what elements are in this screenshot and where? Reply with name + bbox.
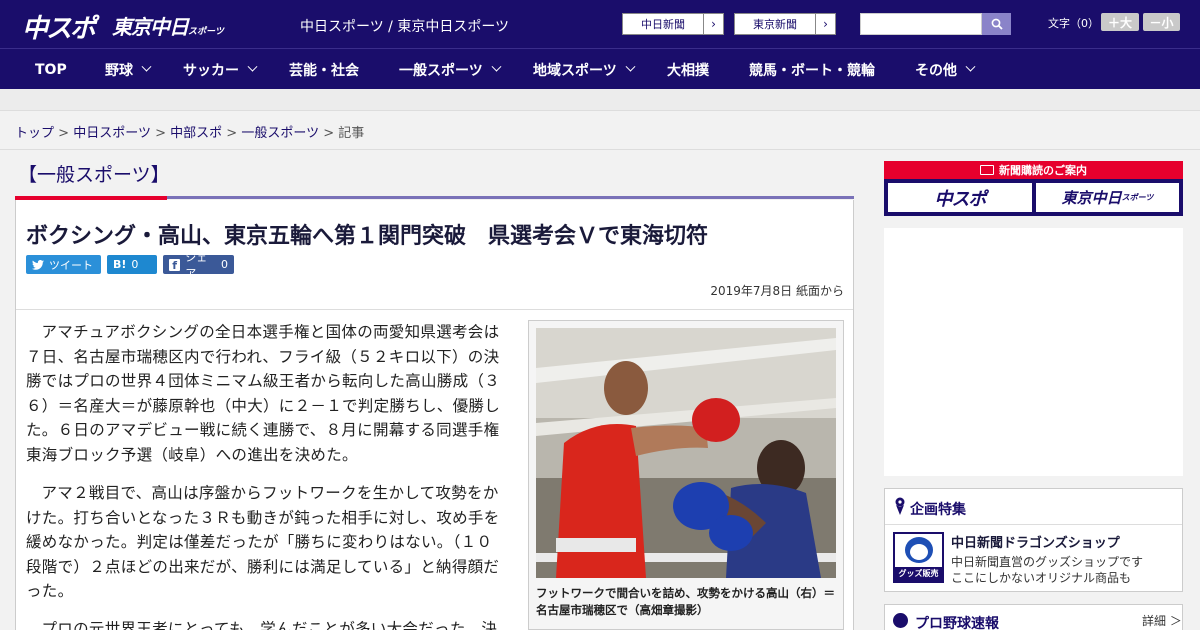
nav-item-label: TOP [35, 61, 67, 78]
nav-item-label: その他 [915, 62, 957, 79]
tokyo-shimbun-button[interactable]: 東京新聞 › [734, 13, 836, 35]
ribbon-badge-icon [895, 497, 905, 515]
nav-item-label: 野球 [105, 62, 133, 79]
article-paragraph: アマ２戦目で、高山は序盤からフットワークを生かして攻勢をかけた。打ち合いとなった… [26, 484, 500, 600]
mascot-face [910, 544, 928, 560]
dragons-shop-desc-2: ここにしかないオリジナル商品も [951, 571, 1132, 585]
font-size-label: 文字（0） [1048, 17, 1099, 30]
ad-band [0, 89, 1200, 111]
nav-item-label: 地域スポーツ [533, 62, 617, 79]
facebook-icon: f [169, 258, 181, 272]
article-headline: ボクシング・高山、東京五輪へ第１関門突破 県選考会Ｖで東海切符 [26, 224, 709, 249]
facebook-share-count: 0 [221, 258, 228, 271]
category-rule [167, 196, 854, 199]
header: 中スポ 東京中日スポーツ 中日スポーツ / 東京中日スポーツ 中日新聞 › 東京… [0, 0, 1200, 48]
chevron-down-icon [491, 61, 502, 72]
article-paragraph: アマチュアボクシングの全日本選手権と国体の両愛知県選考会は７日、名古屋市瑞穂区内… [26, 323, 501, 464]
breadcrumb-separator: > [155, 126, 166, 141]
divider [16, 309, 853, 310]
nav-item-other[interactable]: その他 [915, 49, 976, 90]
hatena-count: 0 [131, 258, 139, 271]
breadcrumb-separator: > [323, 126, 335, 141]
subscribe-tokyo-chunichi-logo[interactable]: 東京中日 スポーツ [1036, 183, 1179, 212]
ad-slot [884, 228, 1183, 476]
nav-item-general-sports[interactable]: 一般スポーツ [399, 49, 502, 90]
breadcrumb-top[interactable]: トップ [15, 126, 54, 141]
nav-item-sumo[interactable]: 大相撲 [667, 49, 709, 90]
divider [0, 149, 1200, 150]
nav-item-label: 一般スポーツ [399, 62, 483, 79]
hatena-label: B! [113, 258, 127, 271]
facebook-share-label: シェア [185, 250, 208, 280]
category-title: 【一般スポーツ】 [18, 164, 170, 186]
subscription-title: 新聞購読のご案内 [999, 164, 1087, 177]
subscribe-tokyo-chunichi-text: 東京中日 [1061, 189, 1122, 207]
article-date: 2019年7月8日 紙面から [710, 284, 844, 298]
nav-item-label: 競馬・ボート・競輪 [749, 62, 875, 79]
chuspo-logo[interactable]: 中スポ [22, 8, 96, 45]
chevron-right-icon: › [703, 14, 723, 34]
feature-panel-title: 企画特集 [910, 502, 966, 518]
nav-item-racing[interactable]: 競馬・ボート・競輪 [749, 49, 875, 90]
nav-item-label: 大相撲 [667, 62, 709, 79]
subscribe-tokyo-chunichi-small: スポーツ [1121, 193, 1154, 202]
dragons-shop-thumb-label: グッズ販売中 [895, 567, 942, 581]
breadcrumb-separator: > [58, 126, 70, 141]
search-input[interactable] [860, 13, 982, 35]
boxing-photo-illustration [536, 328, 836, 578]
breadcrumb-chunichi-sports[interactable]: 中日スポーツ [73, 126, 151, 141]
baseball-icon [893, 613, 908, 628]
photo-caption: フットワークで間合いを詰め、攻勢をかける高山（右）＝名古屋市瑞穂区で（高畑章撮影… [536, 586, 835, 617]
newspaper-icon [980, 165, 994, 175]
search-icon [991, 18, 1003, 30]
dragons-shop-thumbnail[interactable]: グッズ販売中 [893, 532, 944, 583]
nav-item-label: サッカー [183, 62, 239, 79]
tokyo-shimbun-label: 東京新聞 [753, 18, 797, 31]
tokyo-chunichi-logo-text: 東京中日 [112, 15, 189, 39]
tokyo-chunichi-logo-small: スポーツ [188, 27, 224, 37]
article-paragraph: プロの元世界王者にとっても、学んだことが多い大会だった。決 [41, 620, 498, 630]
tokyo-chunichi-logo[interactable]: 東京中日スポーツ [112, 11, 224, 40]
chunichi-shimbun-button[interactable]: 中日新聞 › [622, 13, 724, 35]
chevron-down-icon [965, 61, 976, 72]
chevron-down-icon [625, 61, 636, 72]
nav-item-regional-sports[interactable]: 地域スポーツ [533, 49, 636, 90]
font-larger-button[interactable]: ＋大 [1101, 13, 1139, 31]
search-button[interactable] [982, 13, 1011, 35]
subscription-banner[interactable]: 新聞購読のご案内 中スポ 東京中日 スポーツ [884, 161, 1183, 216]
chevron-down-icon [247, 61, 258, 72]
font-smaller-button[interactable]: －小 [1143, 13, 1180, 31]
baseball-more-link[interactable]: 詳細 ＞ [1142, 612, 1182, 629]
twitter-bird-icon [32, 259, 44, 270]
hatena-bookmark-button[interactable]: B! 0 [107, 255, 157, 274]
breadcrumb: トップ > 中日スポーツ > 中部スポ > 一般スポーツ > 記事 [15, 122, 364, 141]
nav-item-soccer[interactable]: サッカー [183, 49, 258, 90]
tweet-label: ツイート [49, 258, 93, 272]
chevron-down-icon [141, 61, 152, 72]
tweet-button[interactable]: ツイート [26, 255, 101, 274]
dragons-shop-title[interactable]: 中日新聞ドラゴンズショップ [951, 532, 1120, 551]
subscription-header: 新聞購読のご案内 [884, 161, 1183, 179]
baseball-panel-title: プロ野球速報 [915, 616, 999, 630]
nav-item-top[interactable]: TOP [35, 49, 67, 90]
dragons-shop-desc-1: 中日新聞直営のグッズショップです [951, 555, 1144, 569]
site-names[interactable]: 中日スポーツ / 東京中日スポーツ [300, 16, 509, 36]
chevron-right-icon: › [815, 14, 835, 34]
breadcrumb-chubu-spo[interactable]: 中部スポ [170, 126, 222, 141]
nav-item-baseball[interactable]: 野球 [105, 49, 152, 90]
breadcrumb-general-sports[interactable]: 一般スポーツ [241, 126, 319, 141]
facebook-share-button[interactable]: f シェア 0 [163, 251, 234, 280]
subscribe-chuspo-logo[interactable]: 中スポ [888, 183, 1032, 212]
nav-item-entertainment[interactable]: 芸能・社会 [289, 49, 359, 90]
breadcrumb-current: 記事 [338, 126, 365, 141]
article-photo[interactable] [536, 328, 836, 578]
main-nav: TOP 野球 サッカー 芸能・社会 一般スポーツ 地域スポーツ 大相撲 競馬・ボ… [0, 48, 1200, 89]
divider [885, 524, 1182, 525]
nav-item-label: 芸能・社会 [289, 62, 359, 79]
chunichi-shimbun-label: 中日新聞 [641, 18, 685, 31]
breadcrumb-separator: > [226, 126, 238, 141]
